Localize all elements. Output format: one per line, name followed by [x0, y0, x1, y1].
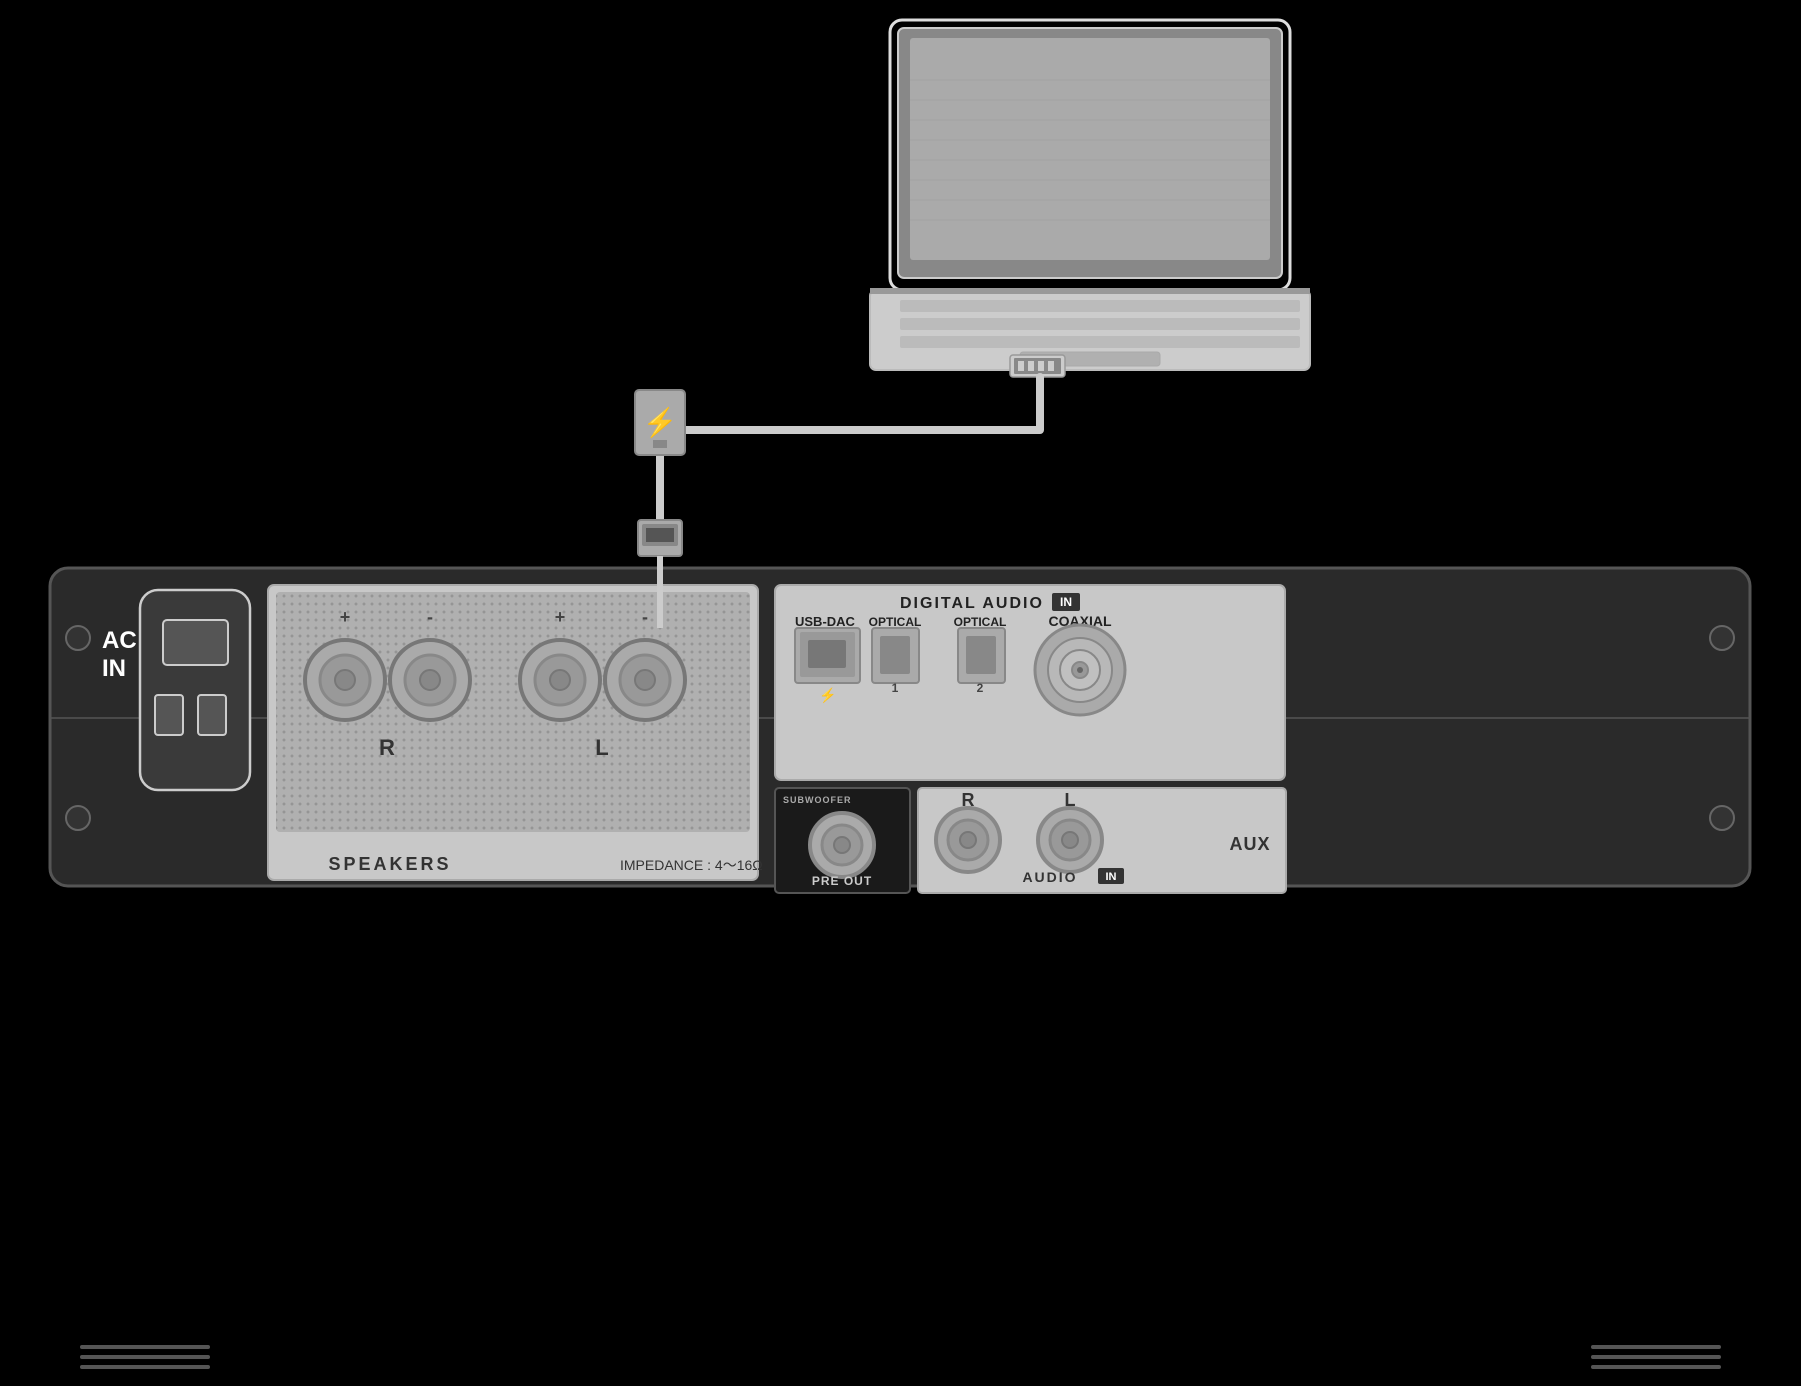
amplifier-unit: AC IN + [50, 556, 1750, 893]
svg-text:⚡: ⚡ [643, 406, 678, 439]
digital-audio-in-badge: IN [1060, 595, 1072, 609]
svg-text:-: - [427, 607, 433, 627]
screw-bl [66, 806, 90, 830]
usb-type-b-connector [638, 520, 682, 556]
impedance-label: IMPEDANCE : 4～16Ω [620, 857, 763, 873]
audio-in-badge: IN [1106, 871, 1117, 883]
aux-label: AUX [1229, 834, 1270, 854]
subwoofer-label: SUBWOOFER [783, 795, 852, 805]
speakers-section: + - + - R L SPEAKERS IMPEDANCE : 4～ [268, 585, 763, 880]
bottom-lines-left [80, 1345, 210, 1369]
screw-tr [1710, 626, 1734, 650]
audio-in-title: AUDIO [1022, 869, 1077, 885]
svg-text:+: + [555, 607, 566, 627]
digital-audio-title: DIGITAL AUDIO [900, 595, 1044, 612]
svg-text:-: - [642, 607, 648, 627]
svg-text:+: + [340, 607, 351, 627]
usb-dac-label: USB-DAC [795, 614, 856, 629]
bottom-lines-right [1591, 1345, 1721, 1369]
speakers-label: SPEAKERS [328, 854, 451, 874]
speaker-r-label: R [379, 735, 395, 760]
pre-out-section: SUBWOOFER PRE OUT [775, 788, 910, 893]
ac-in-label-line2: IN [102, 655, 126, 682]
screw-br [1710, 806, 1734, 830]
audio-in-section: R L AUX AUDIO IN [918, 788, 1286, 893]
screw-tl [66, 626, 90, 650]
ac-in-label-line1: AC [102, 627, 137, 654]
speaker-l-label: L [595, 735, 608, 760]
optical2-number: 2 [977, 681, 984, 695]
usb-connector-laptop [1010, 355, 1065, 377]
optical2-label: OPTICAL [954, 615, 1007, 629]
optical1-number: 1 [892, 681, 899, 695]
optical1-label: OPTICAL [869, 615, 922, 629]
usb-cable-symbol: ⚡ [635, 390, 685, 455]
pre-out-label: PRE OUT [812, 874, 872, 888]
laptop [870, 20, 1310, 370]
svg-text:⚡: ⚡ [819, 687, 836, 704]
